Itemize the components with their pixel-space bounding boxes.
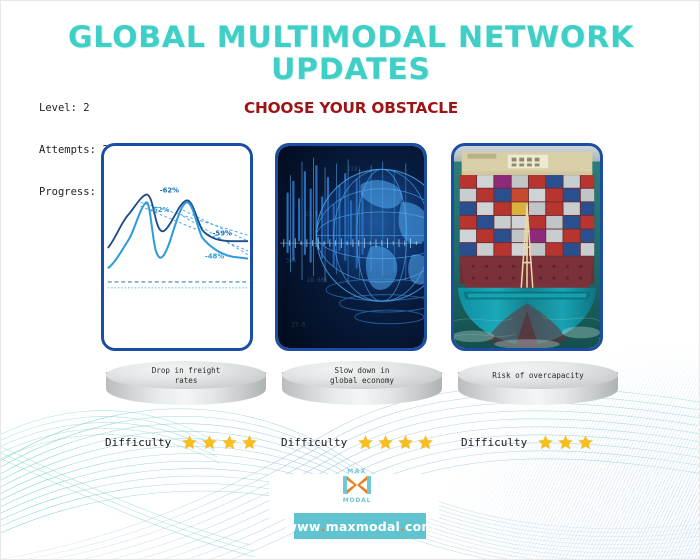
obstacle-label-text: Slow down in global economy: [329, 366, 394, 385]
obstacle-label-text: Drop in freight rates: [151, 366, 221, 385]
chart-annotation-3: -48%: [205, 253, 224, 261]
chart-annotation-1: -52%: [150, 206, 169, 214]
container-ship-image: [454, 146, 600, 348]
obstacle-label-text: Risk of overcapacity: [492, 371, 584, 380]
url-domain: maxmodal: [325, 518, 401, 534]
star-icon: [242, 434, 258, 449]
logo-top-text: MAX: [347, 468, 366, 475]
difficulty-label: Difficulty: [105, 435, 172, 449]
svg-text:91.53: 91.53: [305, 212, 323, 218]
star-icon: [418, 434, 434, 449]
maxmodal-logo: MAX MODAL: [343, 468, 372, 504]
obstacle-label-cylinder-overcapacity: Risk of overcapacity: [458, 361, 618, 413]
page-subtitle: CHOOSE YOUR OBSTACLE: [243, 99, 459, 117]
digital-globe-image: 344 18.605 27.6 7281 91.53: [278, 146, 424, 348]
obstacle-label-cylinder-global-economy: Slow down in global economy: [282, 361, 442, 413]
svg-text:344: 344: [286, 259, 297, 265]
obstacle-card-global-economy[interactable]: 344 18.605 27.6 7281 91.53: [275, 143, 427, 351]
stat-level: Level: 2: [39, 102, 90, 114]
star-rating: [537, 434, 594, 451]
obstacle-label-cylinder-freight: Drop in freight rates: [106, 361, 266, 413]
star-icon: [398, 434, 414, 449]
star-icon: [578, 434, 594, 449]
star-icon: [358, 434, 374, 449]
url-prefix: www: [285, 518, 321, 534]
svg-text:27.6: 27.6: [291, 323, 305, 329]
difficulty-rating-freight: Difficulty: [105, 431, 258, 453]
difficulty-label: Difficulty: [461, 435, 528, 449]
page-title: GLOBAL MULTIMODAL NETWORK UPDATES: [67, 20, 635, 86]
star-icon: [558, 434, 574, 449]
logo-bottom-text: MODAL: [343, 497, 372, 504]
star-icon: [202, 434, 218, 449]
svg-text:18.605: 18.605: [307, 278, 328, 284]
difficulty-label: Difficulty: [281, 435, 348, 449]
star-icon: [538, 434, 554, 449]
star-icon: [222, 434, 238, 449]
obstacle-card-freight[interactable]: -62% -52% -59% -48%: [101, 143, 253, 351]
obstacle-card-overcapacity[interactable]: [451, 143, 603, 351]
chart-annotation-0: -62%: [160, 187, 179, 195]
freight-line-chart: -62% -52% -59% -48%: [104, 146, 250, 348]
star-icon: [182, 434, 198, 449]
url-tld: com: [404, 518, 435, 534]
difficulty-rating-global-economy: Difficulty: [281, 431, 434, 453]
slide-root: GLOBAL MULTIMODAL NETWORK UPDATES Level:…: [0, 0, 700, 560]
svg-text:7281: 7281: [347, 167, 361, 173]
website-url-pill[interactable]: www. maxmodal. com: [285, 513, 434, 539]
star-rating: [357, 434, 434, 451]
chart-annotation-2: -59%: [213, 229, 232, 237]
star-rating: [181, 434, 258, 451]
star-icon: [378, 434, 394, 449]
difficulty-rating-overcapacity: Difficulty: [461, 431, 594, 453]
